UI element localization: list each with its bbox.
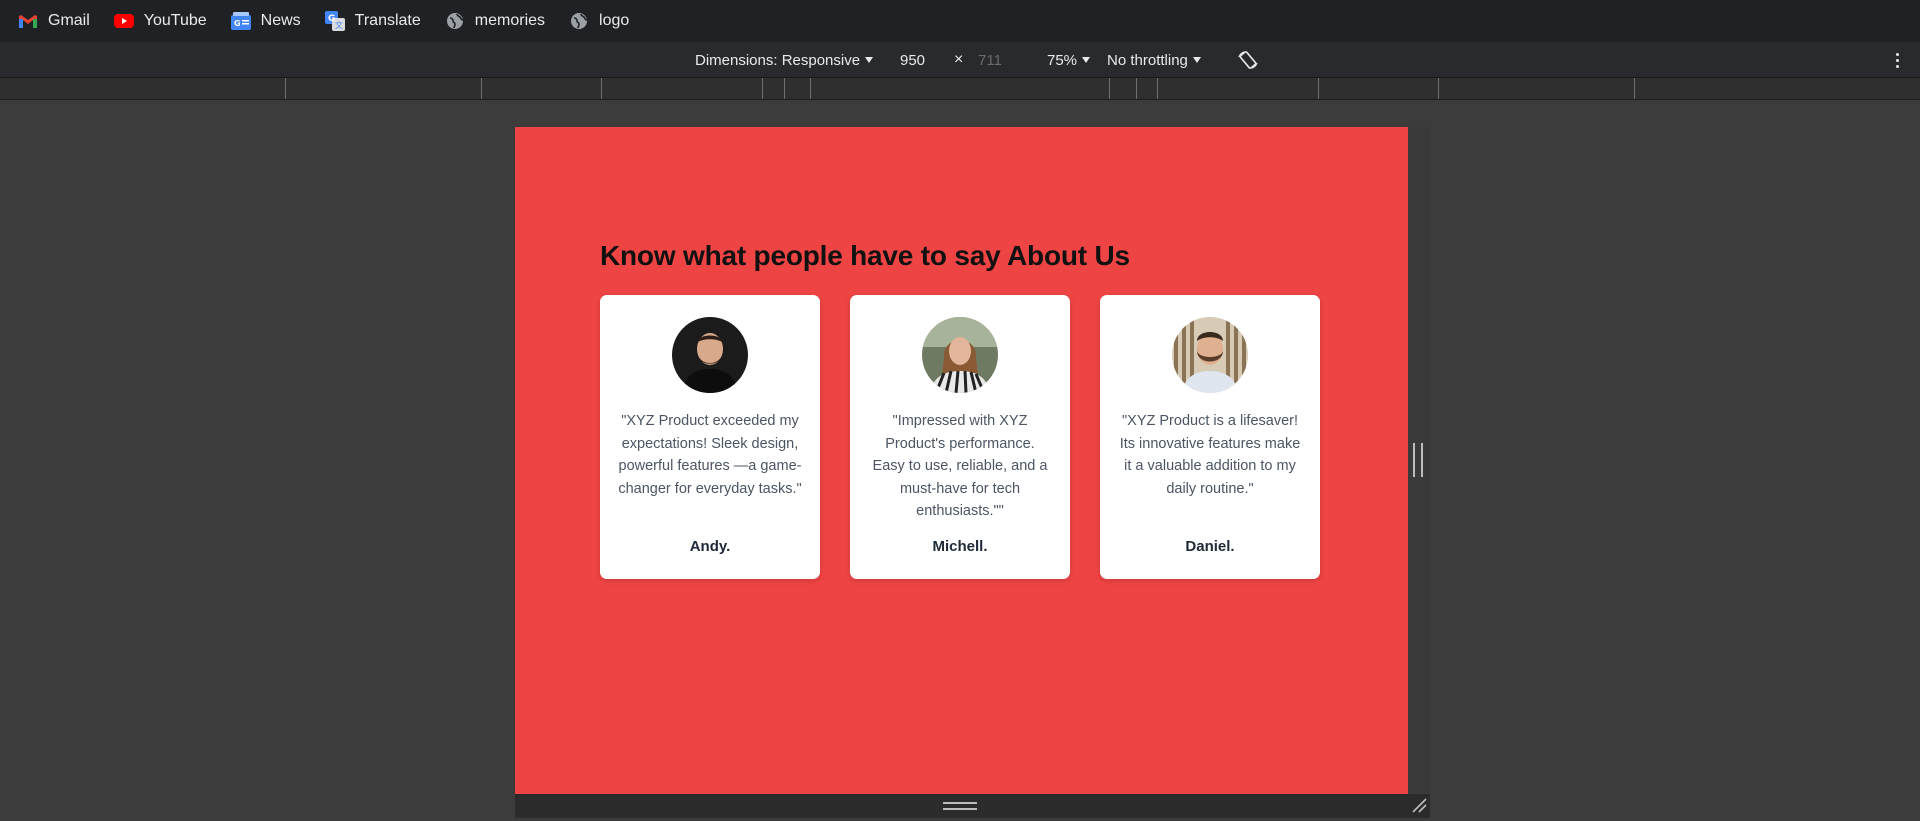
caret-down-icon <box>1082 57 1091 63</box>
ruler-tick[interactable] <box>601 78 602 99</box>
bookmark-label: memories <box>474 12 546 29</box>
ruler-tick[interactable] <box>784 78 785 99</box>
bookmark-gmail[interactable]: Gmail <box>18 11 90 31</box>
right-resize-handle[interactable] <box>1413 443 1423 477</box>
svg-text:G: G <box>234 19 241 28</box>
bookmark-memories[interactable]: memories <box>445 11 545 31</box>
bottom-resize-handle[interactable] <box>943 802 977 810</box>
ruler-tick[interactable] <box>1438 78 1439 99</box>
times-label: × <box>954 51 964 68</box>
ruler-tick[interactable] <box>1136 78 1137 99</box>
testimonial-author: Daniel. <box>1185 538 1235 555</box>
testimonial-card: "Impressed with XYZ Product's performanc… <box>850 295 1070 579</box>
bearded-man-avatar <box>1172 317 1248 393</box>
bookmark-label: News <box>260 12 301 29</box>
globe-icon <box>445 11 465 31</box>
ruler-tick[interactable] <box>762 78 763 99</box>
testimonial-quote: "XYZ Product exceeded my expectations! S… <box>618 413 802 497</box>
caret-down-icon <box>1192 57 1201 63</box>
ruler-tick[interactable] <box>481 78 482 99</box>
news-icon: G <box>230 11 251 31</box>
zoom-dropdown[interactable]: 75% <box>1047 42 1091 78</box>
throttling-dropdown[interactable]: No throttling <box>1107 42 1201 78</box>
width-input[interactable]: 950 <box>900 42 925 78</box>
ruler-tick[interactable] <box>810 78 811 99</box>
height-value: 711 <box>978 51 1002 69</box>
more-vert-icon[interactable] <box>1894 42 1900 78</box>
youtube-icon <box>113 11 134 31</box>
dimensions-dropdown[interactable]: Dimensions: Responsive <box>695 42 874 78</box>
testimonial-card: "XYZ Product is a lifesaver! Its innovat… <box>1100 295 1320 579</box>
avatar <box>672 317 748 393</box>
dimensions-label: Dimensions: Responsive <box>695 51 861 69</box>
globe-icon <box>569 11 589 31</box>
testimonial-author: Andy. <box>689 538 731 555</box>
avatar <box>922 317 998 393</box>
section-heading: Know what people have to say About Us <box>600 240 1130 271</box>
ruler-tick[interactable] <box>1318 78 1319 99</box>
rotate-icon[interactable] <box>1236 42 1260 78</box>
testimonial-quote: "XYZ Product is a lifesaver! Its innovat… <box>1119 413 1301 497</box>
bookmark-news[interactable]: G News <box>230 11 301 31</box>
width-value: 950 <box>900 51 926 69</box>
testimonial-quote: "Impressed with XYZ Product's performanc… <box>872 413 1048 519</box>
bookmark-label: YouTube <box>143 12 207 29</box>
ruler-tick[interactable] <box>285 78 286 99</box>
translate-icon: G文 <box>324 11 345 31</box>
gmail-icon <box>18 11 38 31</box>
bookmarks-bar: Gmail YouTube G News G文 Translate memori… <box>0 0 1920 42</box>
bookmark-translate[interactable]: G文 Translate <box>324 11 421 31</box>
svg-text:文: 文 <box>335 20 343 30</box>
testimonial-author: Michell. <box>932 538 988 555</box>
height-input[interactable]: 711 <box>978 42 1002 78</box>
bookmark-logo[interactable]: logo <box>569 11 629 31</box>
bookmark-youtube[interactable]: YouTube <box>113 11 207 31</box>
zoom-label: 75% <box>1047 51 1078 69</box>
media-query-ruler <box>0 78 1920 100</box>
page-viewport: Know what people have to say About Us "X… <box>515 127 1408 794</box>
corner-resize-icon[interactable] <box>1410 796 1428 814</box>
ruler-tick[interactable] <box>1157 78 1158 99</box>
ruler-tick[interactable] <box>1634 78 1635 99</box>
avatar <box>1172 317 1248 393</box>
throttling-label: No throttling <box>1107 51 1188 69</box>
caret-down-icon <box>865 57 874 63</box>
device-toolbar: Dimensions: Responsive 950 × 711 75% No … <box>0 42 1920 78</box>
bookmark-label: Gmail <box>48 12 90 29</box>
bookmark-label: logo <box>599 12 630 29</box>
ruler-tick[interactable] <box>1109 78 1110 99</box>
man-in-black-shirt-avatar <box>672 317 748 393</box>
woman-in-striped-shirt-avatar <box>922 317 998 393</box>
times-sign: × <box>954 42 963 78</box>
bookmark-label: Translate <box>354 12 421 29</box>
testimonial-card: "XYZ Product exceeded my expectations! S… <box>600 295 820 579</box>
